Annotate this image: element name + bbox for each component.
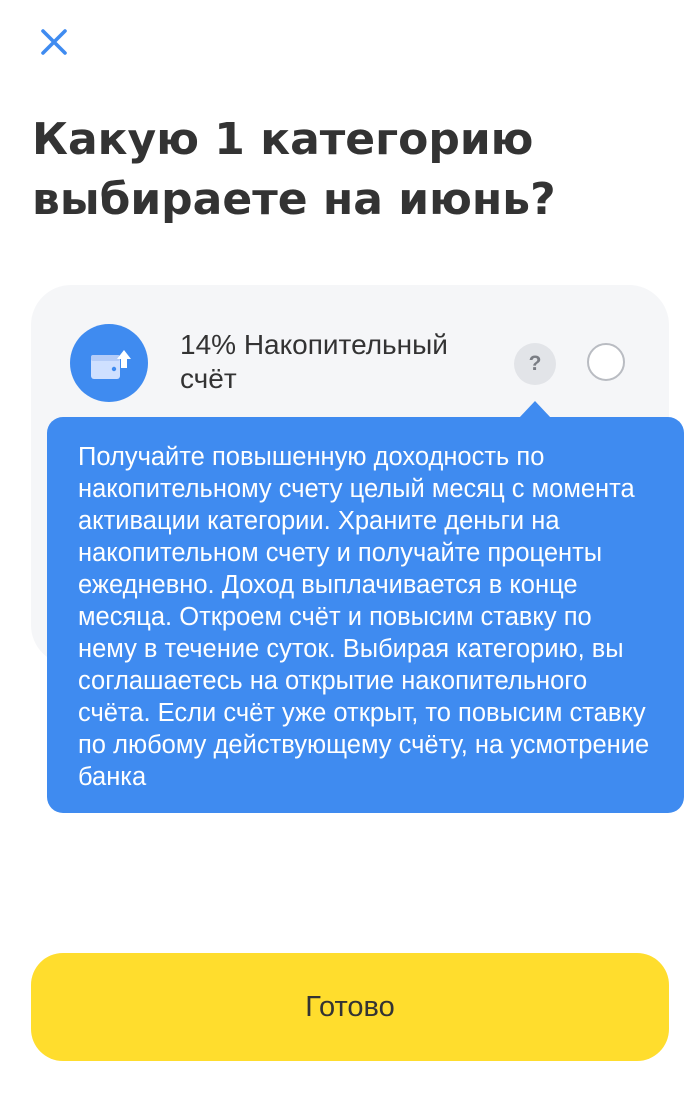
close-icon	[41, 29, 67, 55]
help-button[interactable]: ?	[514, 343, 556, 385]
category-label: 14% Накопительный счёт	[180, 329, 448, 394]
close-button[interactable]	[36, 24, 72, 60]
info-tooltip: Получайте повышенную доходность по накоп…	[47, 417, 684, 813]
tooltip-text: Получайте повышенную доходность по накоп…	[78, 443, 650, 791]
tooltip-arrow	[519, 401, 551, 418]
category-radio[interactable]	[587, 343, 625, 381]
done-button[interactable]: Готово	[31, 953, 669, 1061]
page-title: Какую 1 категорию выбираете на июнь?	[32, 114, 556, 225]
wallet-arrow-up-icon	[70, 324, 148, 402]
